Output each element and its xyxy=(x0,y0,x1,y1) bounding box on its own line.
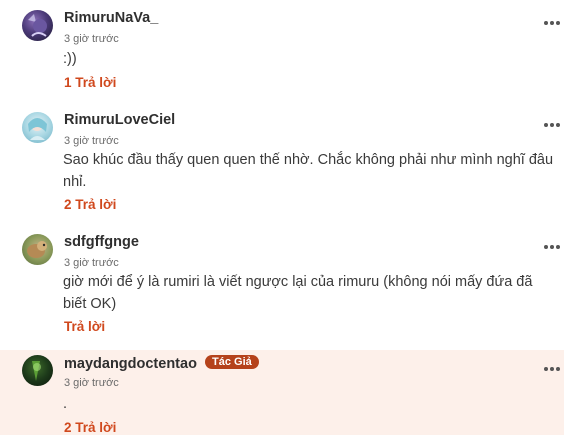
avatar[interactable] xyxy=(22,355,53,386)
comment-item: RimuruNaVa_ 3 giờ trước :)) 1 Trả lời xyxy=(0,0,564,108)
user-avatar-icon xyxy=(28,118,47,140)
comment-item: sdfgffgnge 3 giờ trước giờ mới để ý là r… xyxy=(0,230,564,350)
reply-button[interactable]: 2 Trả lời xyxy=(64,420,116,435)
comment-time: 3 giờ trước xyxy=(64,257,119,269)
more-options-icon[interactable] xyxy=(544,121,562,129)
comment-item: RimuruLoveCiel 3 giờ trước Sao khúc đầu … xyxy=(0,108,564,230)
user-avatar-icon xyxy=(28,14,47,37)
author-badge: Tác Giả xyxy=(205,355,259,369)
comment-time: 3 giờ trước xyxy=(64,135,119,147)
comment-username[interactable]: RimuruLoveCiel xyxy=(64,112,175,128)
comment-username[interactable]: RimuruNaVa_ xyxy=(64,10,158,26)
comment-time: 3 giờ trước xyxy=(64,33,119,45)
comment-username[interactable]: sdfgffgnge xyxy=(64,234,139,250)
more-options-icon[interactable] xyxy=(544,243,562,251)
comment-text: . xyxy=(63,396,68,412)
avatar[interactable] xyxy=(22,234,53,265)
user-avatar-icon xyxy=(32,361,41,381)
avatar[interactable] xyxy=(22,10,53,41)
reply-button[interactable]: Trả lời xyxy=(64,319,105,334)
avatar[interactable] xyxy=(22,112,53,143)
more-options-icon[interactable] xyxy=(544,19,562,27)
user-avatar-icon xyxy=(27,241,47,258)
comment-username[interactable]: maydangdoctentao xyxy=(64,356,197,372)
comment-text: Sao khúc đầu thấy quen quen thế nhờ. Chắ… xyxy=(63,152,554,190)
comment-item-author: maydangdoctentao Tác Giả 3 giờ trước . 2… xyxy=(0,350,564,435)
comment-time: 3 giờ trước xyxy=(64,377,119,389)
comment-text: giờ mới để ý là rumiri là viết ngược lại… xyxy=(63,274,533,312)
reply-button[interactable]: 1 Trả lời xyxy=(64,75,116,90)
more-options-icon[interactable] xyxy=(544,365,562,373)
comment-text: :)) xyxy=(63,51,77,67)
reply-button[interactable]: 2 Trả lời xyxy=(64,197,116,212)
